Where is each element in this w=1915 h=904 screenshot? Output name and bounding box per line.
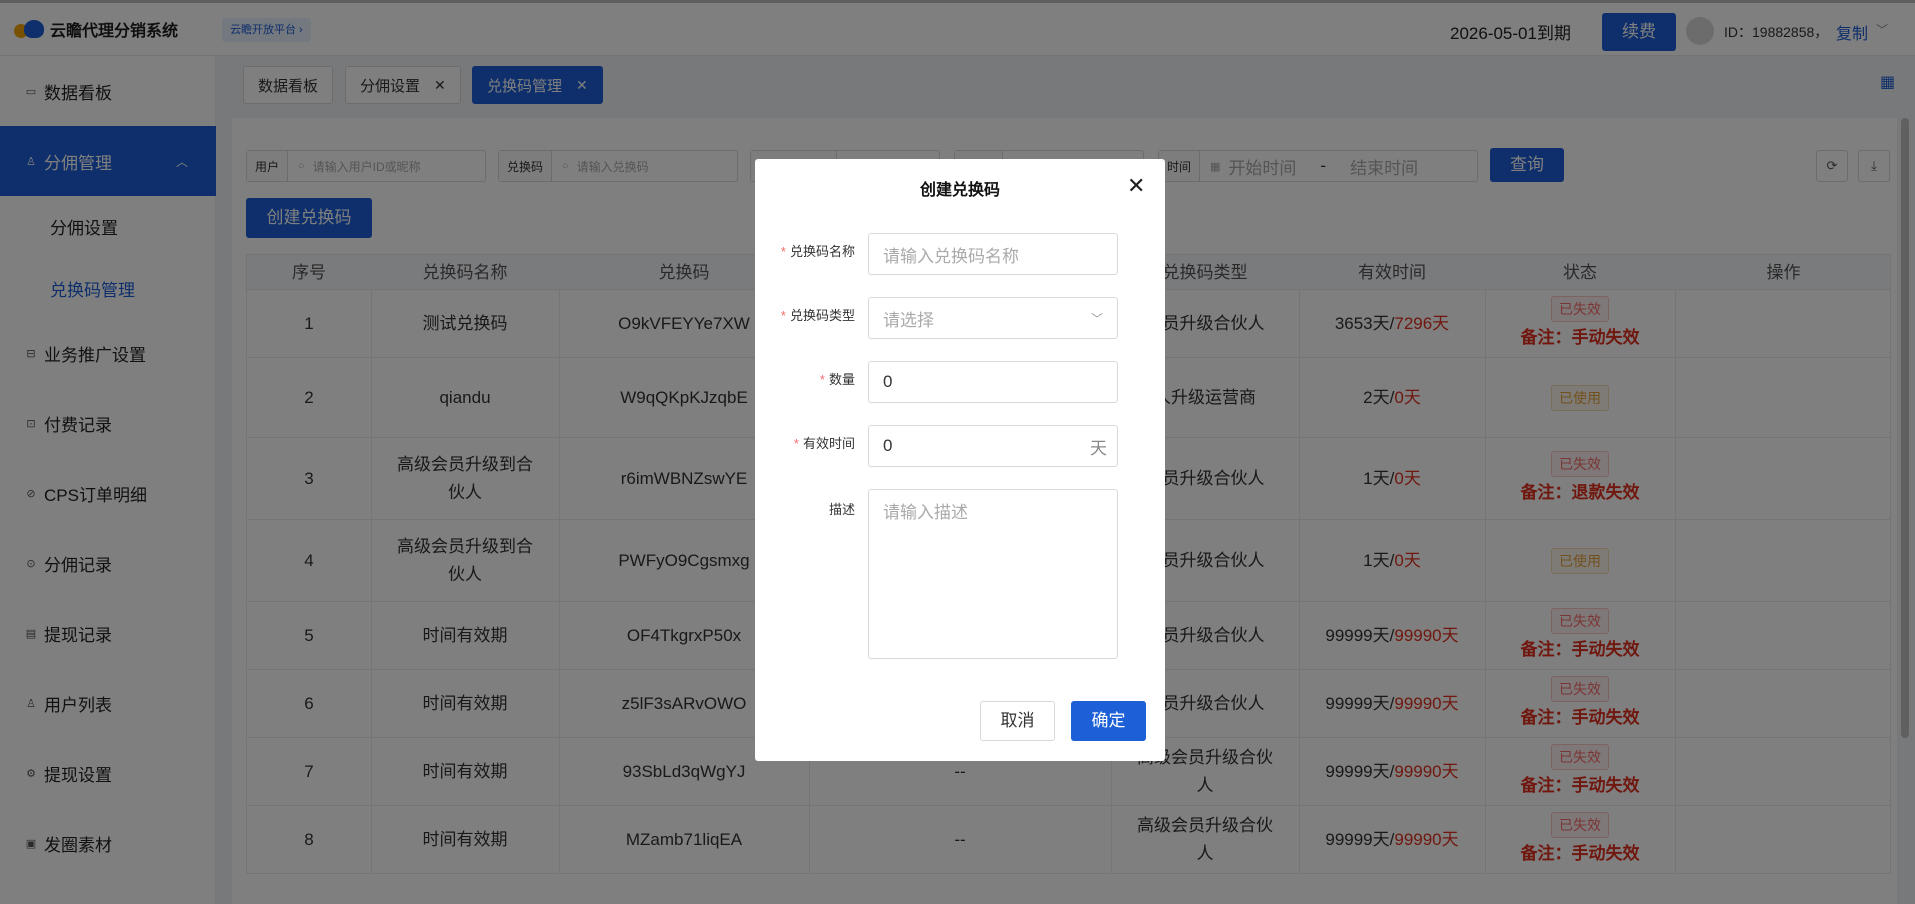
required-mark: *: [793, 436, 799, 451]
chevron-down-icon: ﹀: [1090, 311, 1103, 326]
name-placeholder: 请输入兑换码名称: [883, 246, 1019, 266]
quantity-input[interactable]: 0: [868, 361, 1118, 403]
type-label-text: 兑换码类型: [789, 308, 855, 323]
name-label-text: 兑换码名称: [789, 244, 855, 259]
required-mark: *: [780, 244, 786, 259]
desc-label: 描述: [828, 502, 855, 517]
qty-label-text: 数量: [828, 372, 855, 387]
cancel-button[interactable]: 取消: [980, 701, 1055, 741]
quantity-value: 0: [883, 372, 893, 391]
valid-label-text: 有效时间: [802, 436, 855, 451]
code-type-select[interactable]: 请选择 ﹀: [868, 297, 1118, 339]
name-label: * 兑换码名称: [755, 241, 855, 260]
valid-days-input[interactable]: 0天: [868, 425, 1118, 467]
dialog-title: 创建兑换码: [919, 182, 1000, 199]
code-name-input[interactable]: 请输入兑换码名称: [868, 233, 1118, 275]
valid-days-value: 0: [883, 436, 893, 455]
type-label: * 兑换码类型: [755, 305, 855, 324]
type-placeholder: 请选择: [883, 310, 934, 330]
close-icon[interactable]: ✕: [1127, 173, 1145, 199]
valid-label: * 有效时间: [755, 433, 855, 452]
desc-placeholder: 请输入描述: [883, 503, 968, 522]
confirm-button[interactable]: 确定: [1071, 701, 1146, 741]
days-suffix: 天: [1090, 438, 1107, 458]
create-code-dialog: 创建兑换码 ✕ * 兑换码名称 请输入兑换码名称 * 兑换码类型 请选择 ﹀ * 数量 …: [755, 159, 1165, 761]
description-textarea[interactable]: 请输入描述: [868, 489, 1118, 659]
required-mark: *: [819, 372, 825, 387]
qty-label: * 数量: [755, 369, 855, 388]
required-mark: *: [780, 308, 786, 323]
